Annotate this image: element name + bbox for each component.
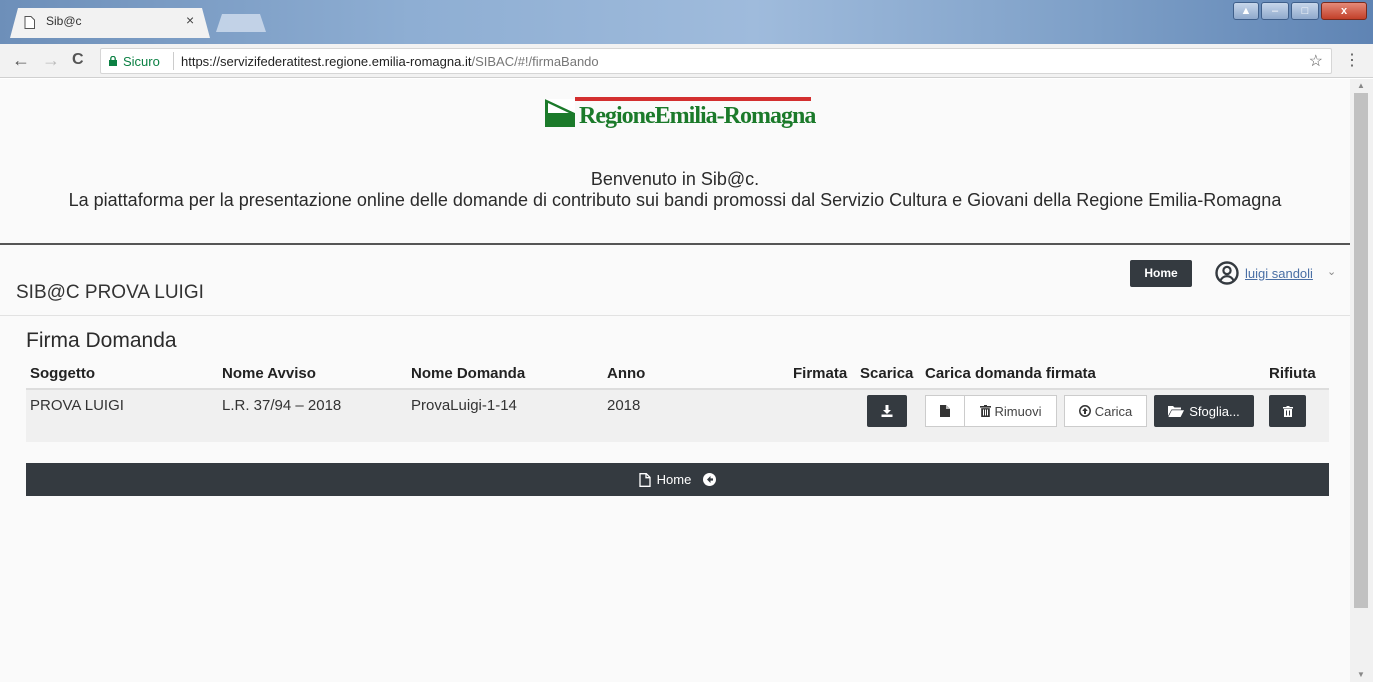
trash-icon bbox=[979, 405, 991, 417]
browser-tab[interactable] bbox=[10, 8, 210, 38]
upload-button[interactable]: Carica bbox=[1064, 395, 1147, 427]
remove-label: Rimuovi bbox=[994, 403, 1042, 419]
header-divider bbox=[0, 243, 1350, 245]
browse-button[interactable]: Sfoglia... bbox=[1154, 395, 1254, 427]
browser-toolbar: ← → C Sicuro https://servizifederatitest… bbox=[0, 44, 1373, 78]
section-divider bbox=[0, 315, 1350, 316]
remove-button[interactable]: Rimuovi bbox=[964, 395, 1057, 427]
upload-label: Carica bbox=[1094, 403, 1133, 419]
home-button[interactable]: Home bbox=[1130, 260, 1192, 287]
download-button[interactable] bbox=[867, 395, 907, 427]
url-divider bbox=[173, 52, 174, 70]
upload-circle-icon bbox=[1078, 405, 1091, 417]
forward-icon[interactable]: → bbox=[42, 49, 60, 71]
user-menu-link[interactable]: luigi sandoli bbox=[1245, 266, 1313, 281]
download-icon bbox=[881, 405, 893, 417]
page-content: RegioneEmilia-Romagna Benvenuto in Sib@c… bbox=[0, 79, 1350, 682]
user-avatar-icon[interactable] bbox=[1215, 261, 1239, 285]
welcome-title: Benvenuto in Sib@c. bbox=[590, 169, 760, 189]
footer-home-label: Home bbox=[656, 472, 692, 487]
cell-nome-avviso: L.R. 37/94 – 2018 bbox=[222, 397, 342, 414]
window-controls: ▲ – □ x bbox=[1233, 2, 1367, 20]
close-window-button[interactable]: x bbox=[1321, 2, 1367, 20]
welcome-message: Benvenuto in Sib@c. La piattaforma per l… bbox=[0, 169, 1350, 211]
arrow-left-circle-icon bbox=[703, 473, 717, 486]
section-title: Firma Domanda bbox=[26, 329, 177, 352]
browse-label: Sfoglia... bbox=[1189, 403, 1240, 419]
reload-icon[interactable]: C bbox=[72, 49, 84, 71]
col-header-scarica: Scarica bbox=[860, 365, 914, 382]
browser-menu-icon[interactable]: ⋮ bbox=[1344, 50, 1360, 70]
chevron-down-icon[interactable]: ⌄ bbox=[1327, 265, 1336, 278]
app-title: SIB@C PROVA LUIGI bbox=[16, 282, 204, 303]
col-header-nome-domanda: Nome Domanda bbox=[411, 365, 526, 382]
back-icon[interactable]: ← bbox=[12, 49, 30, 71]
scroll-up-arrow-icon[interactable]: ▲ bbox=[1357, 81, 1365, 90]
col-header-soggetto: Soggetto bbox=[30, 365, 95, 382]
col-header-carica: Carica domanda firmata bbox=[925, 365, 1096, 382]
tab-close-icon[interactable]: × bbox=[186, 12, 194, 28]
logo-text: RegioneEmilia-Romagna bbox=[579, 103, 816, 129]
minimize-button[interactable]: – bbox=[1261, 2, 1289, 20]
logo-red-bar bbox=[575, 97, 811, 101]
tab-title: Sib@c bbox=[46, 14, 82, 28]
address-bar[interactable]: Sicuro https://servizifederatitest.regio… bbox=[100, 48, 1332, 74]
col-header-firmata: Firmata bbox=[793, 365, 848, 382]
reject-button[interactable] bbox=[1269, 395, 1306, 427]
cell-soggetto: PROVA LUIGI bbox=[30, 397, 124, 414]
cell-nome-domanda: ProvaLuigi-1-14 bbox=[411, 397, 517, 414]
secure-label: Sicuro bbox=[123, 54, 160, 69]
file-icon bbox=[940, 405, 950, 417]
col-header-rifiuta: Rifiuta bbox=[1269, 365, 1316, 382]
cell-anno: 2018 bbox=[607, 397, 641, 414]
trash-icon bbox=[1282, 405, 1293, 417]
bookmark-star-icon[interactable]: ☆ bbox=[1309, 51, 1323, 71]
profile-icon[interactable]: ▲ bbox=[1233, 2, 1259, 20]
window-titlebar: Sib@c × ▲ – □ x bbox=[0, 0, 1373, 44]
url-text[interactable]: https://servizifederatitest.regione.emil… bbox=[181, 54, 599, 69]
lock-icon bbox=[109, 56, 117, 66]
maximize-button[interactable]: □ bbox=[1291, 2, 1319, 20]
folder-open-icon bbox=[1168, 406, 1185, 417]
logo-flag-icon bbox=[545, 99, 575, 127]
file-preview-button[interactable] bbox=[925, 395, 965, 427]
welcome-description: La piattaforma per la presentazione onli… bbox=[68, 190, 1282, 210]
page-icon bbox=[24, 16, 35, 29]
footer-home-bar[interactable]: Home bbox=[26, 463, 1329, 496]
vertical-scrollbar[interactable]: ▲ ▼ bbox=[1350, 79, 1373, 682]
scrollbar-thumb[interactable] bbox=[1354, 93, 1368, 608]
file-outline-icon bbox=[639, 472, 651, 487]
url-host: https://servizifederatitest.regione.emil… bbox=[181, 54, 472, 69]
regione-logo: RegioneEmilia-Romagna bbox=[545, 97, 816, 137]
col-header-anno: Anno bbox=[607, 365, 646, 382]
url-path: /SIBAC/#!/firmaBando bbox=[471, 54, 599, 69]
new-tab-button[interactable] bbox=[216, 14, 266, 32]
scroll-down-arrow-icon[interactable]: ▼ bbox=[1357, 670, 1365, 679]
col-header-nome-avviso: Nome Avviso bbox=[222, 365, 316, 382]
